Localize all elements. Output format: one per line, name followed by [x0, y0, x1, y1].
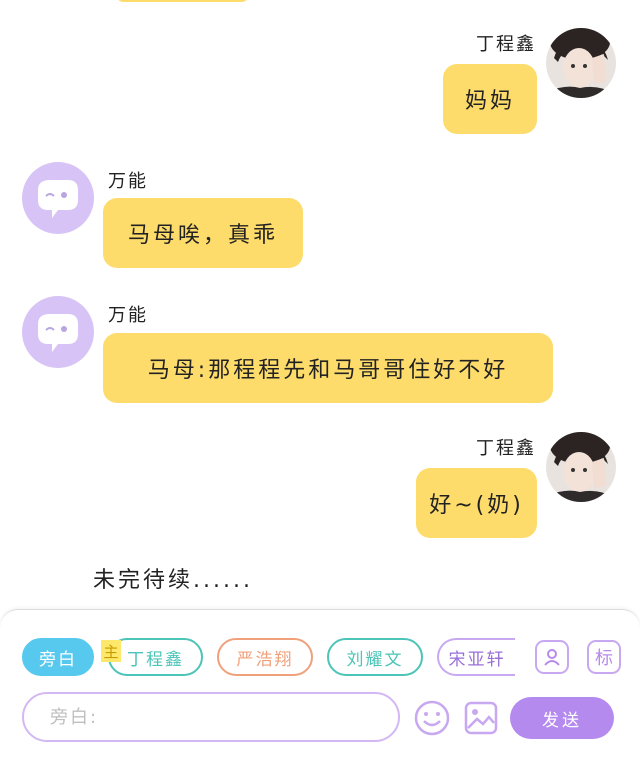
sender-name: 丁程鑫: [476, 438, 536, 459]
emoji-button[interactable]: [413, 699, 451, 737]
send-button[interactable]: 发送: [510, 697, 614, 739]
image-button[interactable]: [463, 700, 499, 736]
avatar[interactable]: [22, 162, 94, 234]
bot-avatar-icon: [38, 180, 78, 218]
message-bubble: 好~(奶): [416, 468, 537, 538]
avatar[interactable]: [22, 296, 94, 368]
previous-message-bubble: [115, 0, 250, 2]
role-chip-ding-chengxin[interactable]: 丁程鑫: [108, 638, 203, 676]
sender-name: 丁程鑫: [476, 34, 536, 55]
photo-avatar-icon: [546, 432, 616, 502]
tag-button[interactable]: 标: [587, 640, 621, 674]
photo-avatar-icon: [546, 28, 616, 98]
message-input-wrapper[interactable]: [22, 692, 400, 742]
message-bubble: 马母唉，真乖: [103, 198, 303, 268]
role-chip-song-yaxuan[interactable]: 宋亚轩: [437, 638, 515, 676]
role-chip-yan-haoxiang[interactable]: 严浩翔: [217, 638, 313, 676]
message-input[interactable]: [48, 706, 352, 729]
message-bubble: 马母:那程程先和马哥哥住好不好: [103, 333, 553, 403]
to-be-continued-text: 未完待续......: [93, 568, 253, 593]
bot-avatar-icon: [38, 314, 78, 352]
avatar[interactable]: [546, 28, 616, 98]
sender-name: 万能: [108, 305, 148, 326]
message-bubble: 妈妈: [443, 64, 537, 134]
avatar[interactable]: [546, 432, 616, 502]
main-role-badge: 主: [101, 640, 121, 662]
emoji-icon: [414, 700, 450, 736]
role-chip-liu-yaowen[interactable]: 刘耀文: [327, 638, 423, 676]
sender-name: 万能: [108, 171, 148, 192]
role-manage-button[interactable]: [535, 640, 569, 674]
image-icon: [464, 701, 498, 735]
role-chip-narrator[interactable]: 旁白: [22, 638, 94, 676]
person-icon: [544, 649, 560, 666]
